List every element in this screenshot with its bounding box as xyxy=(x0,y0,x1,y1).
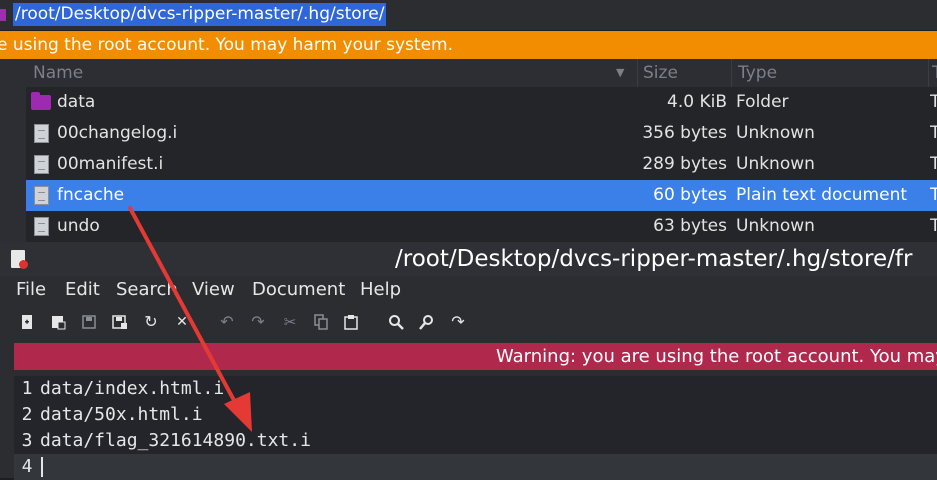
menu-bar: File Edit Search View Document Help xyxy=(0,276,937,304)
editor-app-icon xyxy=(11,250,28,269)
location-bar[interactable]: /root/Desktop/dvcs-ripper-master/.hg/sto… xyxy=(0,0,937,30)
new-document-icon[interactable] xyxy=(19,314,35,330)
file-extra: T xyxy=(930,92,937,112)
menu-view[interactable]: View xyxy=(192,276,235,304)
location-path[interactable]: /root/Desktop/dvcs-ripper-master/.hg/sto… xyxy=(13,3,387,26)
editor-titlebar[interactable]: /root/Desktop/dvcs-ripper-master/.hg/sto… xyxy=(0,242,937,276)
text-file-icon xyxy=(34,186,49,205)
code-line: 3 data/flag_321614890.txt.i xyxy=(14,428,937,454)
file-icon xyxy=(34,124,49,143)
paste-icon[interactable] xyxy=(343,314,359,330)
go-to-line-icon[interactable]: ↷ xyxy=(450,314,466,330)
close-icon[interactable]: ✕ xyxy=(174,314,190,330)
file-row-selected[interactable]: fncache 60 bytes Plain text document T xyxy=(26,180,937,211)
cut-icon[interactable]: ✂ xyxy=(282,314,298,330)
file-name: data xyxy=(57,92,96,112)
file-row[interactable]: 00manifest.i 289 bytes Unknown T xyxy=(26,149,937,180)
file-name: fncache xyxy=(57,185,125,205)
redo-icon[interactable]: ↷ xyxy=(250,314,266,330)
file-size: 4.0 KiB xyxy=(667,92,727,112)
root-warning-bar: e using the root account. You may harm y… xyxy=(0,31,937,59)
line-number: 3 xyxy=(21,430,33,451)
file-type: Folder xyxy=(736,92,789,112)
save-as-icon[interactable] xyxy=(112,314,128,330)
line-number: 1 xyxy=(21,378,33,399)
code-line: 1 data/index.html.i xyxy=(14,376,937,402)
file-name: undo xyxy=(57,216,100,236)
copy-icon[interactable] xyxy=(313,314,329,330)
column-name-label: Name xyxy=(33,63,84,83)
line-number: 4 xyxy=(21,456,33,477)
reload-icon[interactable]: ↻ xyxy=(143,314,159,330)
editor-root-warning: Warning: you are using the root account.… xyxy=(14,343,937,370)
menu-document[interactable]: Document xyxy=(252,276,345,304)
file-extra: T xyxy=(930,154,937,174)
code-line: 2 data/50x.html.i xyxy=(14,402,937,428)
file-icon xyxy=(34,155,49,174)
column-extra-label: T xyxy=(932,59,937,87)
file-name: 00manifest.i xyxy=(57,154,164,174)
file-extra: T xyxy=(930,185,937,205)
file-type: Unknown xyxy=(736,123,815,143)
column-header-name[interactable]: Name ▼ xyxy=(26,59,638,87)
file-name: 00changelog.i xyxy=(57,123,178,143)
column-header-type[interactable]: Type xyxy=(732,59,929,87)
line-number: 2 xyxy=(21,404,33,425)
file-extra: T xyxy=(930,216,937,236)
editor-toolbar: ↻ ✕ ↶ ↷ ✂ ↷ xyxy=(0,308,937,338)
file-list[interactable]: Name ▼ Size Type T data 4.0 KiB Folder T… xyxy=(0,59,937,249)
file-size: 356 bytes xyxy=(642,123,727,143)
column-header-size[interactable]: Size xyxy=(638,59,732,87)
file-row[interactable]: data 4.0 KiB Folder T xyxy=(26,87,937,118)
column-type-label: Type xyxy=(738,63,778,83)
file-row[interactable]: 00changelog.i 356 bytes Unknown T xyxy=(26,118,937,149)
column-size-label: Size xyxy=(643,63,678,83)
line-text: data/flag_321614890.txt.i xyxy=(40,430,311,451)
file-size: 60 bytes xyxy=(653,185,727,205)
file-extra: T xyxy=(930,123,937,143)
folder-icon xyxy=(31,92,51,110)
location-bar-marker xyxy=(0,9,6,21)
text-editor-window: /root/Desktop/dvcs-ripper-master/.hg/sto… xyxy=(0,242,937,480)
editor-title: /root/Desktop/dvcs-ripper-master/.hg/sto… xyxy=(395,246,913,272)
file-type: Unknown xyxy=(736,154,815,174)
menu-file[interactable]: File xyxy=(16,276,46,304)
sort-descending-icon: ▼ xyxy=(616,66,625,79)
find-icon[interactable] xyxy=(388,314,404,330)
undo-icon[interactable]: ↶ xyxy=(219,314,235,330)
file-size: 289 bytes xyxy=(642,154,727,174)
menu-edit[interactable]: Edit xyxy=(65,276,100,304)
menu-help[interactable]: Help xyxy=(360,276,401,304)
find-replace-icon[interactable] xyxy=(419,314,435,330)
editor-warning-text: Warning: you are using the root account.… xyxy=(496,346,937,367)
file-icon xyxy=(34,217,49,236)
new-window-icon[interactable] xyxy=(50,314,66,330)
list-left-gutter xyxy=(0,59,26,249)
text-cursor xyxy=(41,457,43,477)
file-type: Unknown xyxy=(736,216,815,236)
editor-text-area[interactable]: 1 data/index.html.i 2 data/50x.html.i 3 dat… xyxy=(14,376,937,480)
file-row[interactable]: undo 63 bytes Unknown T xyxy=(26,211,937,242)
line-text: data/index.html.i xyxy=(40,378,225,399)
column-header-extra[interactable]: T xyxy=(929,59,937,87)
file-type: Plain text document xyxy=(736,185,908,205)
file-size: 63 bytes xyxy=(653,216,727,236)
root-warning-text: e using the root account. You may harm y… xyxy=(0,35,453,55)
code-line-current: 4 xyxy=(14,454,937,480)
menu-search[interactable]: Search xyxy=(116,276,178,304)
save-icon[interactable] xyxy=(81,314,97,330)
line-text: data/50x.html.i xyxy=(40,404,203,425)
